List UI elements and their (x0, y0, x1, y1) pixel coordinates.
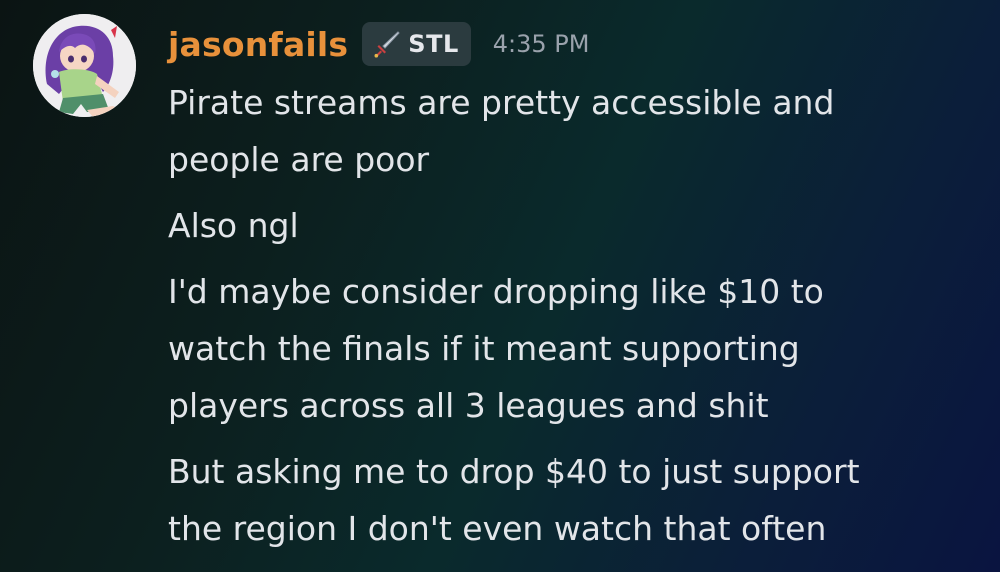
message-line: people are poor (168, 140, 430, 179)
message-line: players across all 3 leagues and shit (168, 386, 769, 425)
chat-message: jasonfails STL 4:35 PM Pirate streams ar… (0, 0, 1000, 572)
message-line: But asking me to drop $40 to just suppor… (168, 452, 860, 491)
message-body: Pirate streams are pretty accessible and… (168, 74, 988, 557)
message-paragraph: Pirate streams are pretty accessible and… (168, 74, 988, 188)
message-line: the region I don't even watch that often (168, 509, 827, 548)
username[interactable]: jasonfails (168, 25, 348, 64)
message-line: Pirate streams are pretty accessible and (168, 83, 835, 122)
message-line: watch the finals if it meant supporting (168, 329, 800, 368)
server-tag[interactable]: STL (362, 22, 471, 66)
message-paragraph: But asking me to drop $40 to just suppor… (168, 443, 988, 557)
message-paragraph: Also ngl (168, 197, 988, 254)
message-header: jasonfails STL 4:35 PM (168, 18, 589, 70)
message-line: Also ngl (168, 206, 299, 245)
tag-label: STL (408, 30, 459, 58)
user-avatar[interactable] (33, 14, 136, 117)
avatar-anime-character-icon (33, 14, 136, 117)
message-paragraph: I'd maybe consider dropping like $10 to … (168, 263, 988, 434)
message-timestamp[interactable]: 4:35 PM (493, 30, 590, 58)
message-line: I'd maybe consider dropping like $10 to (168, 272, 824, 311)
sword-icon (374, 31, 400, 58)
